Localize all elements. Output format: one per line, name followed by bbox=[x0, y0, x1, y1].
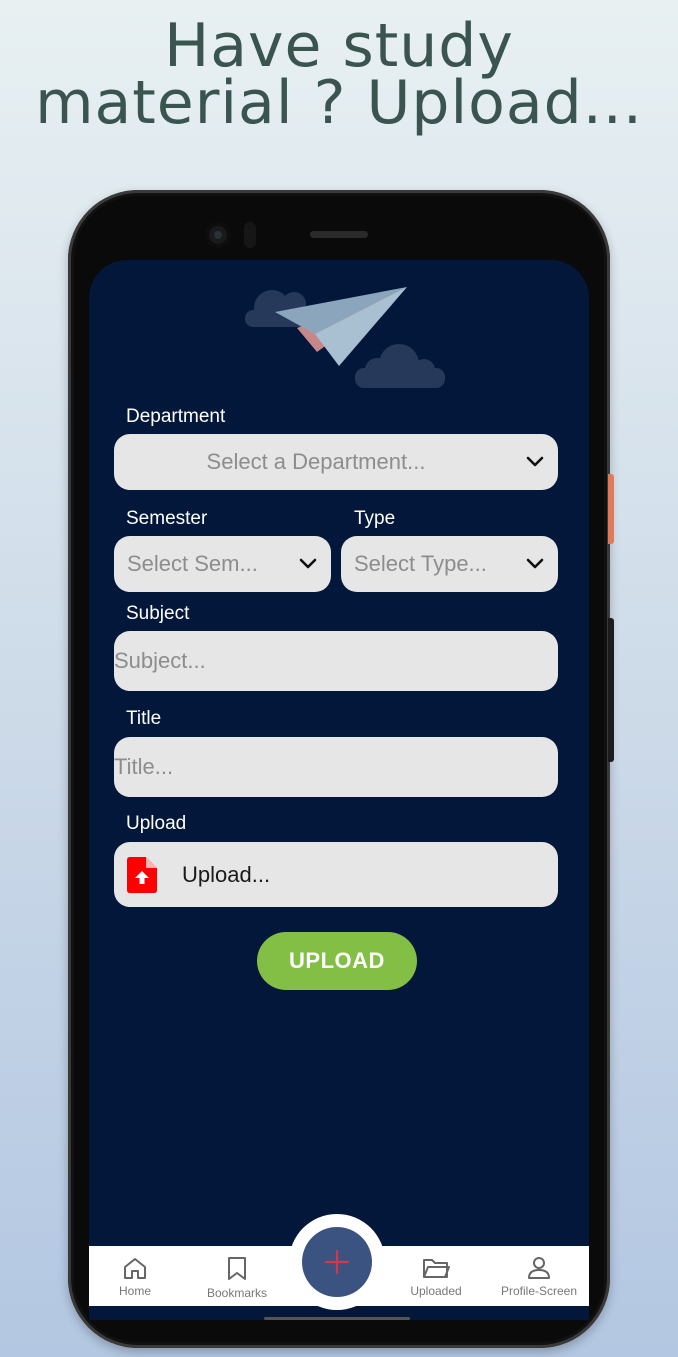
subject-placeholder: Subject... bbox=[114, 648, 206, 673]
home-indicator bbox=[264, 1317, 410, 1320]
nav-label-bookmarks: Bookmarks bbox=[206, 1286, 268, 1300]
headline-line-1: Have study bbox=[164, 11, 514, 81]
title-placeholder: Title... bbox=[114, 754, 174, 779]
app-screen: Department Select a Department... Semest… bbox=[89, 260, 589, 1320]
nav-item-profile[interactable]: Profile-Screen bbox=[493, 1246, 585, 1306]
power-button bbox=[608, 474, 614, 544]
type-select[interactable]: Select Type... bbox=[341, 536, 558, 592]
department-label: Department bbox=[126, 406, 226, 427]
subject-input[interactable]: Subject... bbox=[114, 631, 558, 691]
camera-icon bbox=[205, 222, 231, 248]
file-upload-icon bbox=[127, 856, 157, 893]
upload-label: Upload bbox=[126, 813, 187, 834]
type-label: Type bbox=[354, 508, 396, 529]
chevron-down-icon bbox=[526, 456, 544, 467]
title-input[interactable]: Title... bbox=[114, 737, 558, 797]
department-placeholder: Select a Department... bbox=[206, 449, 426, 474]
nav-label-uploaded: Uploaded bbox=[410, 1284, 462, 1298]
add-button[interactable] bbox=[302, 1227, 372, 1297]
department-select[interactable]: Select a Department... bbox=[114, 434, 558, 490]
volume-button bbox=[608, 618, 614, 762]
user-icon bbox=[528, 1257, 550, 1279]
nav-label-home: Home bbox=[118, 1284, 151, 1298]
nav-item-uploaded[interactable]: Uploaded bbox=[396, 1246, 476, 1306]
subject-label: Subject bbox=[126, 603, 190, 624]
title-label: Title bbox=[126, 708, 162, 729]
paper-plane-illustration bbox=[245, 287, 445, 388]
headline-line-2: material ? Upload... bbox=[35, 68, 643, 138]
home-icon bbox=[124, 1258, 146, 1279]
headline: Have study material ? Upload... bbox=[0, 11, 678, 138]
plus-icon bbox=[324, 1249, 350, 1275]
type-placeholder: Select Type... bbox=[354, 551, 487, 576]
upload-submit-button[interactable]: UPLOAD bbox=[257, 932, 417, 990]
folder-icon bbox=[423, 1259, 450, 1278]
semester-placeholder: Select Sem... bbox=[127, 551, 258, 576]
nav-item-home[interactable]: Home bbox=[105, 1246, 165, 1306]
semester-label: Semester bbox=[126, 508, 208, 529]
chevron-down-icon bbox=[299, 558, 317, 569]
nav-label-profile: Profile-Screen bbox=[500, 1284, 578, 1298]
bookmark-icon bbox=[228, 1257, 246, 1280]
nav-item-bookmarks[interactable]: Bookmarks bbox=[195, 1246, 279, 1306]
file-upload-field[interactable]: Upload... bbox=[114, 842, 558, 907]
file-upload-text: Upload... bbox=[182, 861, 271, 887]
sensor bbox=[244, 222, 256, 248]
speaker-grille bbox=[310, 231, 368, 238]
chevron-down-icon bbox=[526, 558, 544, 569]
semester-select[interactable]: Select Sem... bbox=[114, 536, 331, 592]
